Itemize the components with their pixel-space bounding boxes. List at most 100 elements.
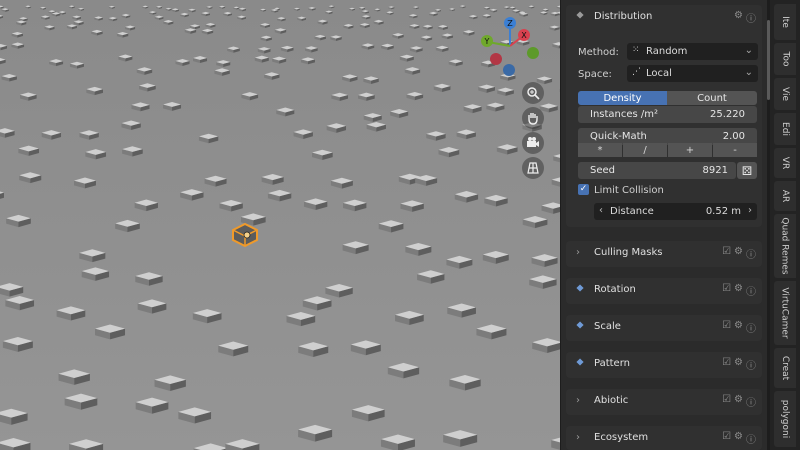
tab-tool[interactable]: Too xyxy=(774,43,796,75)
gear-icon[interactable]: ⚙ xyxy=(734,10,743,25)
space-dropdown[interactable]: ⋰ Local ⌄ xyxy=(627,65,758,82)
space-value: Local xyxy=(646,68,672,79)
decrement-icon[interactable]: ‹ xyxy=(599,205,603,216)
x-axis-label: X xyxy=(521,31,527,40)
gear-icon[interactable]: ⚙ xyxy=(734,431,743,446)
chevron-down-icon: ⌄ xyxy=(744,67,753,78)
expand-icon[interactable]: ⯁ xyxy=(576,321,584,332)
info-icon[interactable]: ⓘ xyxy=(746,320,756,335)
axis-gizmo[interactable]: Z X Y xyxy=(478,12,548,82)
density-tab[interactable]: Density xyxy=(578,91,667,105)
expand-icon[interactable]: › xyxy=(576,247,580,258)
section-title: Ecosystem xyxy=(594,432,649,443)
tab-view[interactable]: Vie xyxy=(774,78,796,110)
section-pattern[interactable]: ⯁ Pattern ☑ ⚙ ⓘ xyxy=(566,352,762,378)
y-axis-label: Y xyxy=(484,37,490,46)
local-axes-icon: ⋰ xyxy=(632,67,641,77)
instances-label: Instances /m² xyxy=(590,109,659,120)
section-title: Abiotic xyxy=(594,395,629,406)
info-icon[interactable]: ⓘ xyxy=(746,357,756,372)
distribution-header[interactable]: ⯁ Distribution ⚙ ⓘ xyxy=(566,5,762,31)
tab-edit[interactable]: Edi xyxy=(774,113,796,145)
gear-icon[interactable]: ⚙ xyxy=(734,283,743,298)
seed-label: Seed xyxy=(590,165,615,176)
expand-icon[interactable]: ⯁ xyxy=(576,358,584,369)
tab-ar[interactable]: AR xyxy=(774,181,796,211)
neg-y-handle xyxy=(527,47,539,59)
limit-collision-label: Limit Collision xyxy=(594,185,664,196)
z-axis-label: Z xyxy=(507,19,513,28)
divide-button[interactable]: / xyxy=(623,143,667,157)
scatter-icon: ⁙ xyxy=(632,45,640,55)
chevron-down-icon: ⌄ xyxy=(744,45,753,56)
method-dropdown[interactable]: ⁙ Random ⌄ xyxy=(627,43,758,60)
checkbox-icon[interactable]: ☑ xyxy=(722,394,731,409)
gear-icon[interactable]: ⚙ xyxy=(734,394,743,409)
section-title: Culling Masks xyxy=(594,247,663,258)
info-icon[interactable]: ⓘ xyxy=(746,431,756,446)
checkbox-icon[interactable]: ☑ xyxy=(722,320,731,335)
scene-canvas xyxy=(0,0,560,450)
quickmath-label: Quick-Math xyxy=(590,131,647,142)
checkbox-icon[interactable]: ☑ xyxy=(722,283,731,298)
section-title: Distribution xyxy=(594,11,653,22)
distance-label: Distance xyxy=(610,206,654,217)
expand-icon[interactable]: › xyxy=(576,432,580,443)
checkbox-icon[interactable]: ☑ xyxy=(722,431,731,446)
tab-vr[interactable]: VR xyxy=(774,148,796,178)
increment-icon[interactable]: › xyxy=(748,205,752,216)
gear-icon[interactable]: ⚙ xyxy=(734,320,743,335)
section-scale[interactable]: ⯁ Scale ☑ ⚙ ⓘ xyxy=(566,315,762,341)
tab-item[interactable]: Ite xyxy=(774,4,796,40)
multiply-button[interactable]: * xyxy=(578,143,622,157)
expand-icon[interactable]: ⯁ xyxy=(576,284,584,295)
tab-quad-remesh[interactable]: Quad Remes xyxy=(774,214,796,278)
seed-value: 8921 xyxy=(702,165,728,176)
3d-viewport[interactable]: Z X Y xyxy=(0,0,560,450)
tab-create[interactable]: Creat xyxy=(774,348,796,388)
distribution-section: ⯁ Distribution ⚙ ⓘ Method: ⁙ Random ⌄ Spa… xyxy=(566,5,762,227)
tab-virtucamera[interactable]: VirtuCamer xyxy=(774,281,796,345)
zoom-icon[interactable] xyxy=(522,82,544,104)
checkbox-icon[interactable]: ☑ xyxy=(722,357,731,372)
tab-polygoniq[interactable]: polygoni xyxy=(774,391,796,447)
expand-icon[interactable]: › xyxy=(576,395,580,406)
section-title: Scale xyxy=(594,321,621,332)
distance-field[interactable]: ‹ Distance 0.52 m › xyxy=(594,203,757,220)
instances-value: 25.220 xyxy=(710,109,745,120)
neg-x-handle xyxy=(490,53,502,65)
method-value: Random xyxy=(646,46,688,57)
grid-icon[interactable] xyxy=(522,157,544,179)
quickmath-value: 2.00 xyxy=(722,131,745,142)
section-ecosystem[interactable]: › Ecosystem ☑ ⚙ ⓘ xyxy=(566,426,762,450)
section-abiotic[interactable]: › Abiotic ☑ ⚙ ⓘ xyxy=(566,389,762,415)
info-icon[interactable]: ⓘ xyxy=(746,246,756,261)
hand-icon[interactable] xyxy=(522,107,544,129)
section-culling-masks[interactable]: › Culling Masks ☑ ⚙ ⓘ xyxy=(566,241,762,267)
distance-value: 0.52 m xyxy=(705,206,741,217)
properties-panel: ⯁ Distribution ⚙ ⓘ Method: ⁙ Random ⌄ Spa… xyxy=(561,0,767,450)
limit-collision-checkbox[interactable]: ✓ xyxy=(578,184,589,195)
seed-field[interactable]: Seed 8921 xyxy=(578,162,736,179)
instances-field[interactable]: Instances /m² 25.220 xyxy=(578,106,757,123)
method-label: Method: xyxy=(578,47,619,58)
section-title: Rotation xyxy=(594,284,636,295)
space-label: Space: xyxy=(578,69,612,80)
info-icon[interactable]: ⓘ xyxy=(746,10,756,25)
section-rotation[interactable]: ⯁ Rotation ☑ ⚙ ⓘ xyxy=(566,278,762,304)
gear-icon[interactable]: ⚙ xyxy=(734,357,743,372)
sidebar-tabs: Ite Too Vie Edi VR AR Quad Remes VirtuCa… xyxy=(770,0,800,450)
checkbox-icon[interactable]: ☑ xyxy=(722,246,731,261)
selected-object[interactable] xyxy=(232,222,258,248)
add-button[interactable]: + xyxy=(668,143,712,157)
expand-icon[interactable]: ⯁ xyxy=(576,11,584,22)
subtract-button[interactable]: - xyxy=(713,143,757,157)
camera-icon[interactable] xyxy=(522,132,544,154)
neg-z-handle xyxy=(503,64,515,76)
info-icon[interactable]: ⓘ xyxy=(746,394,756,409)
dice-icon[interactable]: ⚄ xyxy=(737,162,757,179)
gear-icon[interactable]: ⚙ xyxy=(734,246,743,261)
count-tab[interactable]: Count xyxy=(667,91,757,105)
section-title: Pattern xyxy=(594,358,630,369)
info-icon[interactable]: ⓘ xyxy=(746,283,756,298)
